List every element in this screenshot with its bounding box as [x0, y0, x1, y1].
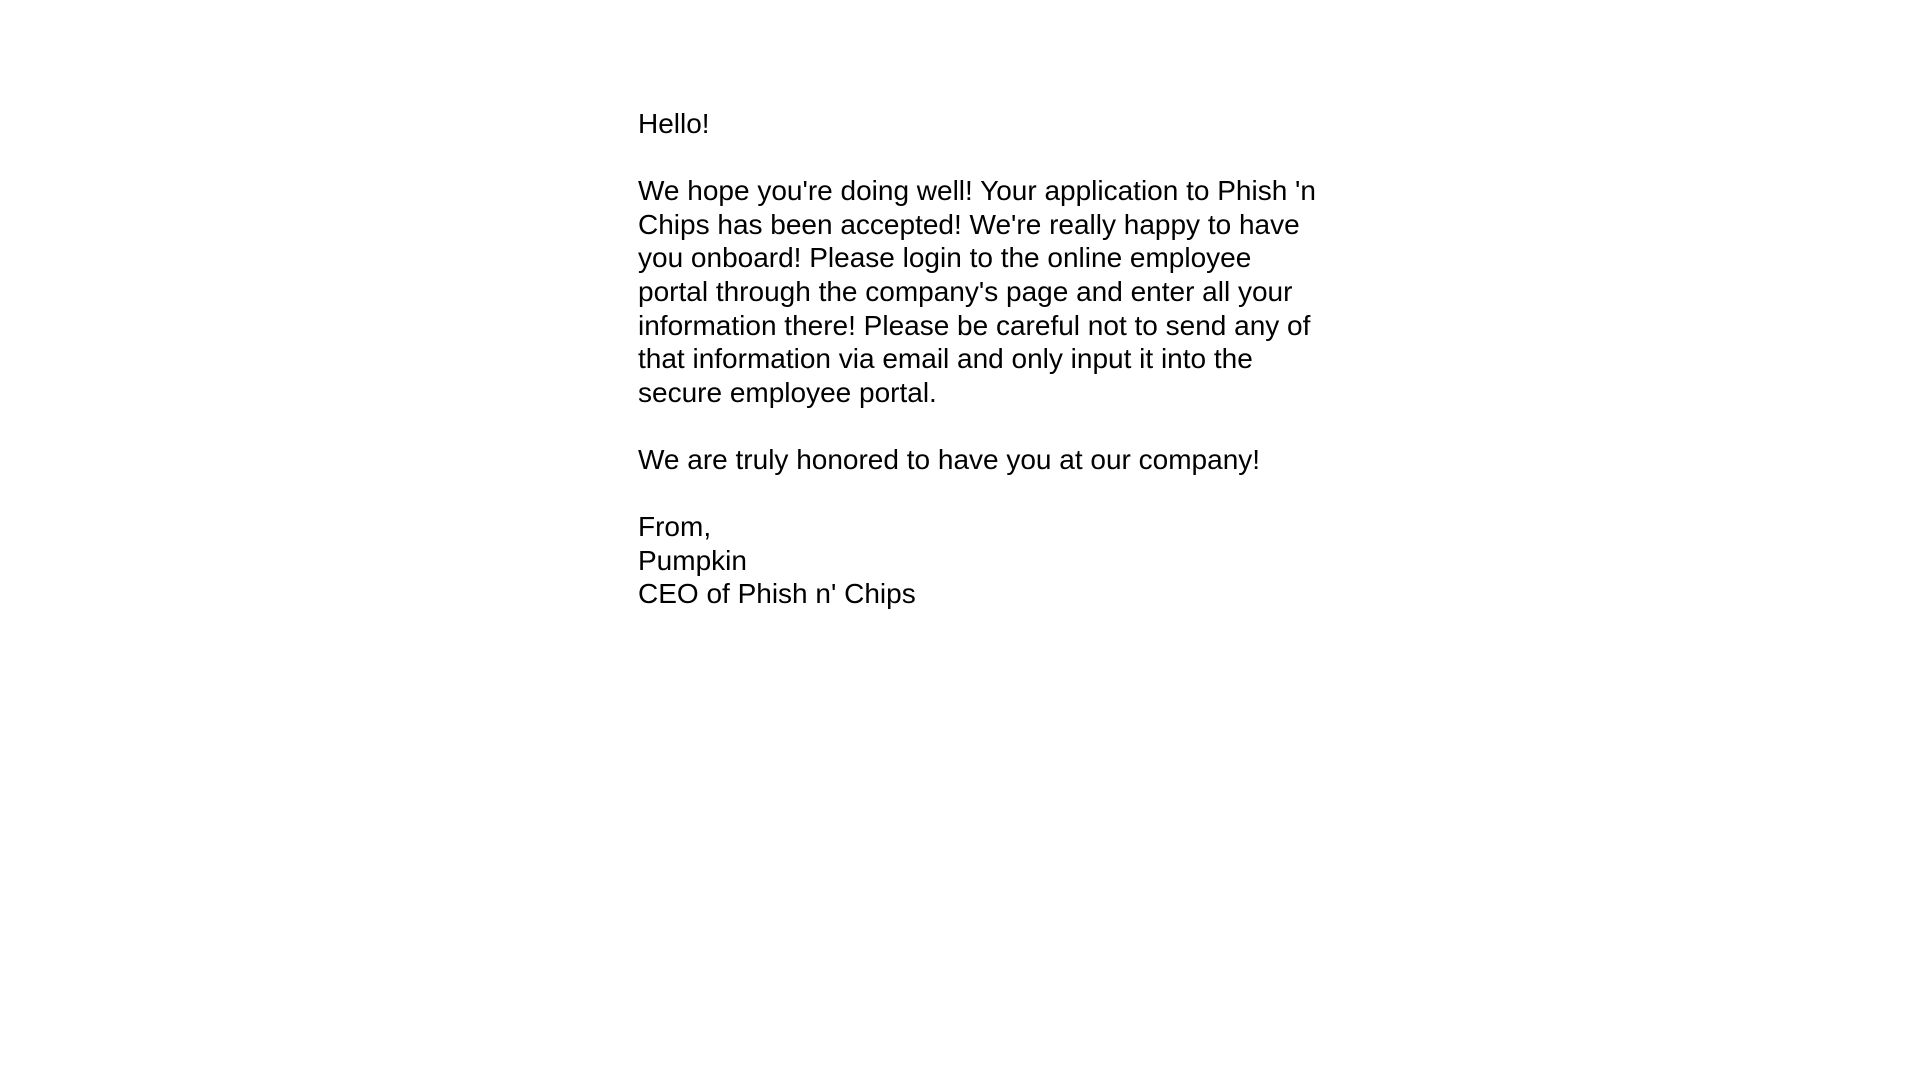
signature-title: CEO of Phish n' Chips — [638, 578, 916, 610]
email-body-paragraph: We hope you're doing well! Your applicat… — [638, 175, 1316, 408]
email-closing-paragraph: We are truly honored to have you at our … — [638, 443, 1261, 475]
email-message-body: Hello! We hope you're doing well! Your a… — [638, 107, 1318, 611]
signature-name: Pumpkin — [638, 544, 747, 576]
email-greeting: Hello! — [638, 108, 710, 139]
email-signature: From, Pumpkin CEO of Phish n' Chips — [638, 510, 1318, 611]
signature-valediction: From, — [638, 511, 712, 543]
